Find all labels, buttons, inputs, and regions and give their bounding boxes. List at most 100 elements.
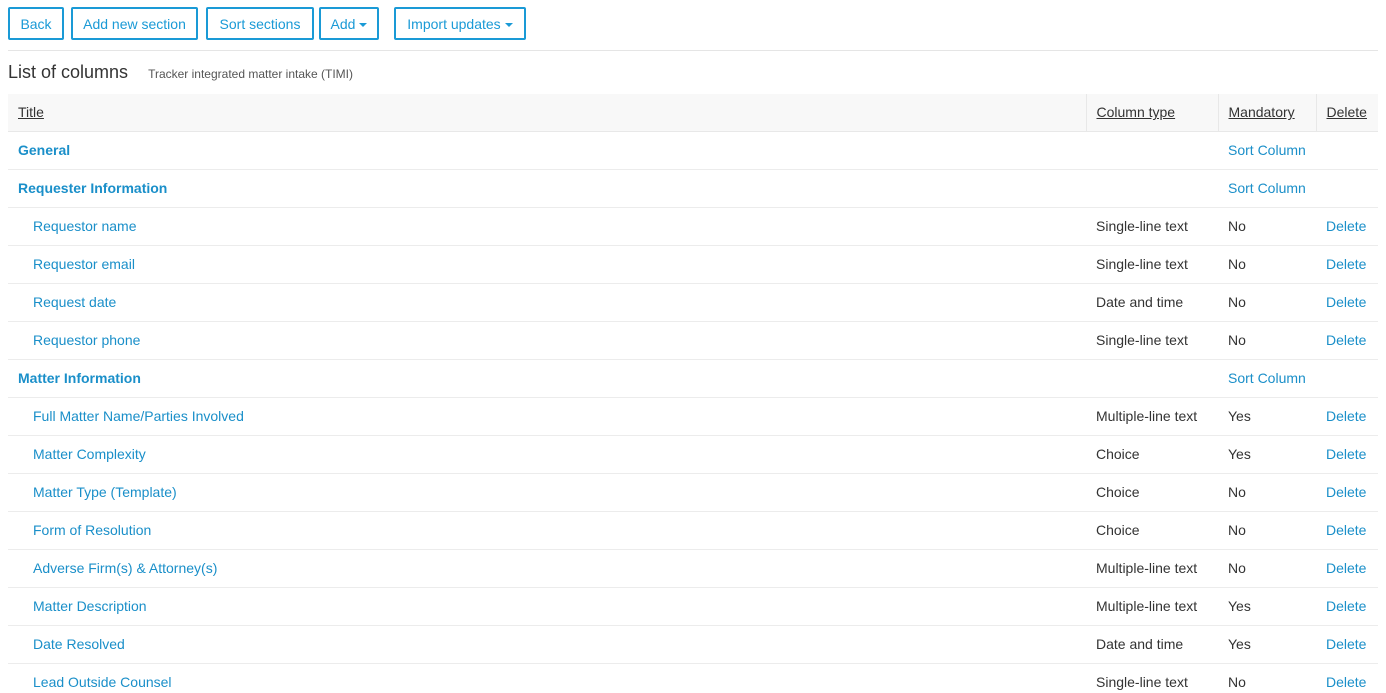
columns-table: Title Column type Mandatory Delete Gener… bbox=[8, 94, 1378, 693]
section-row: Requester Information Sort Column bbox=[8, 169, 1378, 208]
title-cell: Form of Resolution bbox=[8, 511, 1086, 550]
add-new-section-button[interactable]: Add new section bbox=[71, 7, 198, 40]
import-updates-dropdown-button[interactable]: Import updates bbox=[394, 7, 526, 40]
add-button-label: Add bbox=[330, 15, 356, 32]
delete-cell bbox=[1316, 131, 1378, 170]
column-title-link[interactable]: Request date bbox=[18, 294, 116, 310]
mandatory-cell: No bbox=[1218, 283, 1316, 322]
title-cell: General bbox=[8, 131, 1086, 170]
column-type-cell: Date and time bbox=[1086, 625, 1218, 664]
section-title-link[interactable]: Requester Information bbox=[18, 180, 167, 196]
delete-link[interactable]: Delete bbox=[1326, 332, 1366, 348]
delete-cell: Delete bbox=[1316, 549, 1378, 588]
column-title-link[interactable]: Requestor phone bbox=[18, 332, 140, 348]
title-cell: Adverse Firm(s) & Attorney(s) bbox=[8, 549, 1086, 588]
table-row: Lead Outside Counsel Single-line text No De… bbox=[8, 663, 1378, 693]
title-cell: Requester Information bbox=[8, 169, 1086, 208]
header-title[interactable]: Title bbox=[8, 94, 1086, 132]
delete-cell: Delete bbox=[1316, 587, 1378, 626]
column-type-cell: Date and time bbox=[1086, 283, 1218, 322]
delete-link[interactable]: Delete bbox=[1326, 484, 1366, 500]
mandatory-cell: No bbox=[1218, 245, 1316, 284]
mandatory-cell: No bbox=[1218, 473, 1316, 512]
delete-cell: Delete bbox=[1316, 625, 1378, 664]
column-title-link[interactable]: Matter Type (Template) bbox=[18, 484, 177, 500]
column-title-link[interactable]: Requestor name bbox=[18, 218, 137, 234]
delete-link[interactable]: Delete bbox=[1326, 522, 1366, 538]
table-row: Request date Date and time No Delete bbox=[8, 283, 1378, 322]
sort-column-link[interactable]: Sort Column bbox=[1228, 142, 1306, 158]
sort-column-cell: Sort Column bbox=[1218, 169, 1316, 208]
toolbar-divider bbox=[8, 50, 1378, 51]
delete-cell: Delete bbox=[1316, 435, 1378, 474]
column-title-link[interactable]: Requestor email bbox=[18, 256, 135, 272]
sort-column-cell: Sort Column bbox=[1218, 131, 1316, 170]
table-body: General Sort Column Requester Information S… bbox=[8, 131, 1378, 693]
delete-cell bbox=[1316, 169, 1378, 208]
section-row: Matter Information Sort Column bbox=[8, 359, 1378, 398]
table-row: Matter Description Multiple-line text Yes D… bbox=[8, 587, 1378, 626]
column-type-cell bbox=[1086, 359, 1218, 398]
table-row: Adverse Firm(s) & Attorney(s) Multiple-li… bbox=[8, 549, 1378, 588]
column-title-link[interactable]: Adverse Firm(s) & Attorney(s) bbox=[18, 560, 217, 576]
header-delete[interactable]: Delete bbox=[1315, 94, 1378, 132]
back-button[interactable]: Back bbox=[8, 7, 64, 40]
column-title-link[interactable]: Matter Complexity bbox=[18, 446, 146, 462]
sort-sections-button[interactable]: Sort sections bbox=[206, 7, 314, 40]
mandatory-cell: No bbox=[1218, 511, 1316, 550]
delete-cell: Delete bbox=[1316, 245, 1378, 284]
title-cell: Matter Type (Template) bbox=[8, 473, 1086, 512]
sort-column-link[interactable]: Sort Column bbox=[1228, 180, 1306, 196]
delete-link[interactable]: Delete bbox=[1326, 560, 1366, 576]
table-row: Form of Resolution Choice No Delete bbox=[8, 511, 1378, 550]
column-type-cell: Single-line text bbox=[1086, 207, 1218, 246]
section-title-link[interactable]: General bbox=[18, 142, 70, 158]
mandatory-cell: Yes bbox=[1218, 587, 1316, 626]
delete-link[interactable]: Delete bbox=[1326, 674, 1366, 690]
delete-cell: Delete bbox=[1316, 283, 1378, 322]
mandatory-cell: No bbox=[1218, 663, 1316, 693]
title-cell: Date Resolved bbox=[8, 625, 1086, 664]
page-title: List of columns bbox=[8, 62, 129, 82]
header-column-type[interactable]: Column type bbox=[1085, 94, 1218, 132]
delete-link[interactable]: Delete bbox=[1326, 294, 1366, 310]
title-cell: Lead Outside Counsel bbox=[8, 663, 1086, 693]
mandatory-cell: No bbox=[1218, 321, 1316, 360]
page-subtitle: Tracker integrated matter intake (TIMI) bbox=[148, 67, 354, 81]
mandatory-cell: Yes bbox=[1218, 625, 1316, 664]
column-type-cell: Choice bbox=[1086, 435, 1218, 474]
delete-link[interactable]: Delete bbox=[1326, 408, 1366, 424]
caret-down-icon bbox=[504, 22, 513, 27]
column-title-link[interactable]: Matter Description bbox=[18, 598, 147, 614]
delete-link[interactable]: Delete bbox=[1326, 446, 1366, 462]
column-title-link[interactable]: Full Matter Name/Parties Involved bbox=[18, 408, 244, 424]
column-type-cell: Choice bbox=[1086, 511, 1218, 550]
table-row: Date Resolved Date and time Yes Delete bbox=[8, 625, 1378, 664]
title-cell: Requestor name bbox=[8, 207, 1086, 246]
column-type-cell: Single-line text bbox=[1086, 321, 1218, 360]
mandatory-cell: Yes bbox=[1218, 435, 1316, 474]
column-type-cell: Single-line text bbox=[1086, 663, 1218, 693]
delete-cell bbox=[1316, 359, 1378, 398]
delete-link[interactable]: Delete bbox=[1326, 256, 1366, 272]
table-row: Requestor email Single-line text No Delete bbox=[8, 245, 1378, 284]
section-title-link[interactable]: Matter Information bbox=[18, 370, 141, 386]
delete-cell: Delete bbox=[1316, 663, 1378, 693]
column-title-link[interactable]: Lead Outside Counsel bbox=[18, 674, 172, 690]
column-title-link[interactable]: Date Resolved bbox=[18, 636, 125, 652]
column-type-cell: Multiple-line text bbox=[1086, 549, 1218, 588]
column-type-cell: Multiple-line text bbox=[1086, 587, 1218, 626]
header-mandatory[interactable]: Mandatory bbox=[1217, 94, 1316, 132]
delete-link[interactable]: Delete bbox=[1326, 636, 1366, 652]
table-header-row: Title Column type Mandatory Delete bbox=[8, 94, 1378, 132]
sort-column-link[interactable]: Sort Column bbox=[1228, 370, 1306, 386]
sort-column-cell: Sort Column bbox=[1218, 359, 1316, 398]
caret-down-icon bbox=[359, 22, 368, 27]
column-type-cell bbox=[1086, 169, 1218, 208]
delete-link[interactable]: Delete bbox=[1326, 598, 1366, 614]
title-cell: Request date bbox=[8, 283, 1086, 322]
table-row: Full Matter Name/Parties Involved Multipl… bbox=[8, 397, 1378, 436]
add-dropdown-button[interactable]: Add bbox=[319, 7, 379, 40]
delete-link[interactable]: Delete bbox=[1326, 218, 1366, 234]
column-title-link[interactable]: Form of Resolution bbox=[18, 522, 151, 538]
